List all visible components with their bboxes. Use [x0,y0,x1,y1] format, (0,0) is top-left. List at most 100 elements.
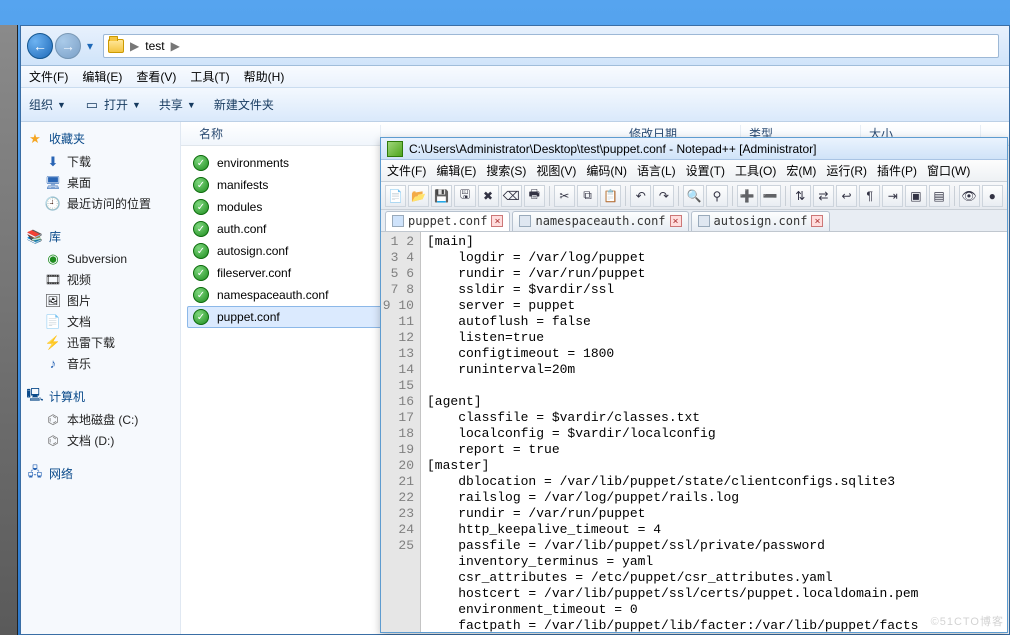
file-svn-icon: ✓ [193,265,209,281]
macro-record-icon[interactable]: ● [982,185,1003,207]
npp-menu-item[interactable]: 语言(L) [637,162,676,179]
redo-icon[interactable]: ↷ [653,185,674,207]
sidebar-item-pictures[interactable]: 🖼图片 [27,290,174,311]
all-chars-icon[interactable]: ¶ [859,185,880,207]
zoom-in-icon[interactable]: ➕ [737,185,758,207]
unfold-icon[interactable]: ▤ [929,185,950,207]
npp-menu-item[interactable]: 编辑(E) [436,162,476,179]
sidebar-item-music[interactable]: ♪音乐 [27,353,174,374]
menu-file[interactable]: 文件(F) [29,68,68,85]
explorer-toolbar: 组织 ▼ ▭ 打开 ▼ 共享 ▼ 新建文件夹 [21,88,1009,122]
desktop-icon: 🖥 [45,175,61,191]
folder-svn-icon: ✓ [193,177,209,193]
npp-menu-item[interactable]: 窗口(W) [927,162,970,179]
menu-help[interactable]: 帮助(H) [244,68,285,85]
file-name: auth.conf [217,222,266,236]
sidebar-item-downloads[interactable]: ⬇下载 [27,151,174,172]
editor-tab[interactable]: autosign.conf× [691,211,831,231]
npp-menu-item[interactable]: 搜索(S) [486,162,526,179]
address-bar[interactable]: ▶ test ▶ [103,34,999,58]
editor-tab[interactable]: puppet.conf× [385,211,510,231]
menu-view[interactable]: 查看(V) [136,68,176,85]
sidebar-item-documents[interactable]: 📄文档 [27,311,174,332]
npp-menu-item[interactable]: 宏(M) [786,162,816,179]
npp-menu-item[interactable]: 视图(V) [536,162,576,179]
find-icon[interactable]: 🔍 [683,185,704,207]
file-name: modules [217,200,262,214]
paste-icon[interactable]: 📋 [600,185,621,207]
sync-h-icon[interactable]: ⇄ [813,185,834,207]
npp-title-bar[interactable]: C:\Users\Administrator\Desktop\test\pupp… [381,138,1007,160]
sidebar-item-desktop[interactable]: 🖥桌面 [27,172,174,193]
chevron-right-icon: ▶ [171,39,180,53]
folder-icon [108,39,124,53]
sidebar-item-subversion[interactable]: ◉Subversion [27,249,174,269]
file-svn-icon: ✓ [193,287,209,303]
nav-back-button[interactable]: ← [27,33,53,59]
sidebar-item-recent[interactable]: 🕘最近访问的位置 [27,193,174,214]
zoom-out-icon[interactable]: ➖ [760,185,781,207]
cut-icon[interactable]: ✂ [554,185,575,207]
save-all-icon[interactable]: 🖫 [454,185,475,207]
toolbar-share[interactable]: 共享 ▼ [159,96,196,113]
toolbar-separator [625,186,626,206]
svn-icon: ◉ [45,251,61,267]
print-icon[interactable]: 🖶 [524,185,545,207]
toolbar-separator [785,186,786,206]
wrap-icon[interactable]: ↩ [836,185,857,207]
chevron-down-icon: ▼ [132,100,141,110]
drive-icon: ⌬ [45,433,61,449]
sidebar-item-disk-d[interactable]: ⌬文档 (D:) [27,430,174,451]
fold-icon[interactable]: ▣ [905,185,926,207]
close-all-icon[interactable]: ⌫ [501,185,522,207]
sidebar-favorites-header[interactable]: ★ 收藏夹 [27,130,174,147]
col-name[interactable]: 名称 [191,125,381,142]
npp-menu-item[interactable]: 编码(N) [586,162,627,179]
tab-close-icon[interactable]: × [670,215,682,227]
breadcrumb-segment[interactable]: test [145,39,164,53]
open-icon[interactable]: 📂 [408,185,429,207]
indent-icon[interactable]: ⇥ [882,185,903,207]
sidebar-network-header[interactable]: 🖧 网络 [27,465,174,482]
npp-title-text: C:\Users\Administrator\Desktop\test\pupp… [409,142,817,156]
toolbar-organize[interactable]: 组织 ▼ [29,96,66,113]
folder-svn-icon: ✓ [193,199,209,215]
video-icon: 🎞 [45,272,61,288]
npp-menu-item[interactable]: 文件(F) [387,162,426,179]
code-area[interactable]: [main] logdir = /var/log/puppet rundir =… [421,232,1007,632]
npp-menu-item[interactable]: 工具(O) [735,162,776,179]
sidebar-libraries-header[interactable]: 📚 库 [27,228,174,245]
replace-icon[interactable]: ⚲ [706,185,727,207]
tab-close-icon[interactable]: × [491,215,503,227]
new-icon[interactable]: 📄 [385,185,406,207]
file-tab-icon [392,215,404,227]
copy-icon[interactable]: ⧉ [577,185,598,207]
chevron-down-icon: ▼ [187,100,196,110]
sidebar-computer-header[interactable]: 🖳 计算机 [27,388,174,405]
npp-menu-item[interactable]: 运行(R) [826,162,867,179]
npp-menu-item[interactable]: 插件(P) [877,162,917,179]
editor-tab-label: autosign.conf [714,214,808,228]
notepadpp-window: C:\Users\Administrator\Desktop\test\pupp… [380,137,1008,633]
npp-editor: 1 2 3 4 5 6 7 8 9 10 11 12 13 14 15 16 1… [381,232,1007,632]
editor-tab[interactable]: namespaceauth.conf× [512,211,688,231]
toolbar-open[interactable]: ▭ 打开 ▼ [84,96,141,113]
sidebar-item-thunder[interactable]: ⚡迅雷下载 [27,332,174,353]
undo-icon[interactable]: ↶ [630,185,651,207]
thunder-icon: ⚡ [45,335,61,351]
sync-v-icon[interactable]: ⇅ [790,185,811,207]
toolbar-new-folder[interactable]: 新建文件夹 [214,96,274,113]
tab-close-icon[interactable]: × [811,215,823,227]
file-svn-icon: ✓ [193,243,209,259]
sidebar-item-disk-c[interactable]: ⌬本地磁盘 (C:) [27,409,174,430]
close-icon[interactable]: ✖ [478,185,499,207]
save-icon[interactable]: 💾 [431,185,452,207]
nav-history-dropdown[interactable]: ▾ [83,33,97,59]
desktop-left-strip [0,25,18,635]
menu-tools[interactable]: 工具(T) [190,68,229,85]
nav-forward-button[interactable]: → [55,33,81,59]
hide-lines-icon[interactable]: 👁 [959,185,980,207]
sidebar-item-videos[interactable]: 🎞视频 [27,269,174,290]
menu-edit[interactable]: 编辑(E) [82,68,122,85]
npp-menu-item[interactable]: 设置(T) [686,162,725,179]
